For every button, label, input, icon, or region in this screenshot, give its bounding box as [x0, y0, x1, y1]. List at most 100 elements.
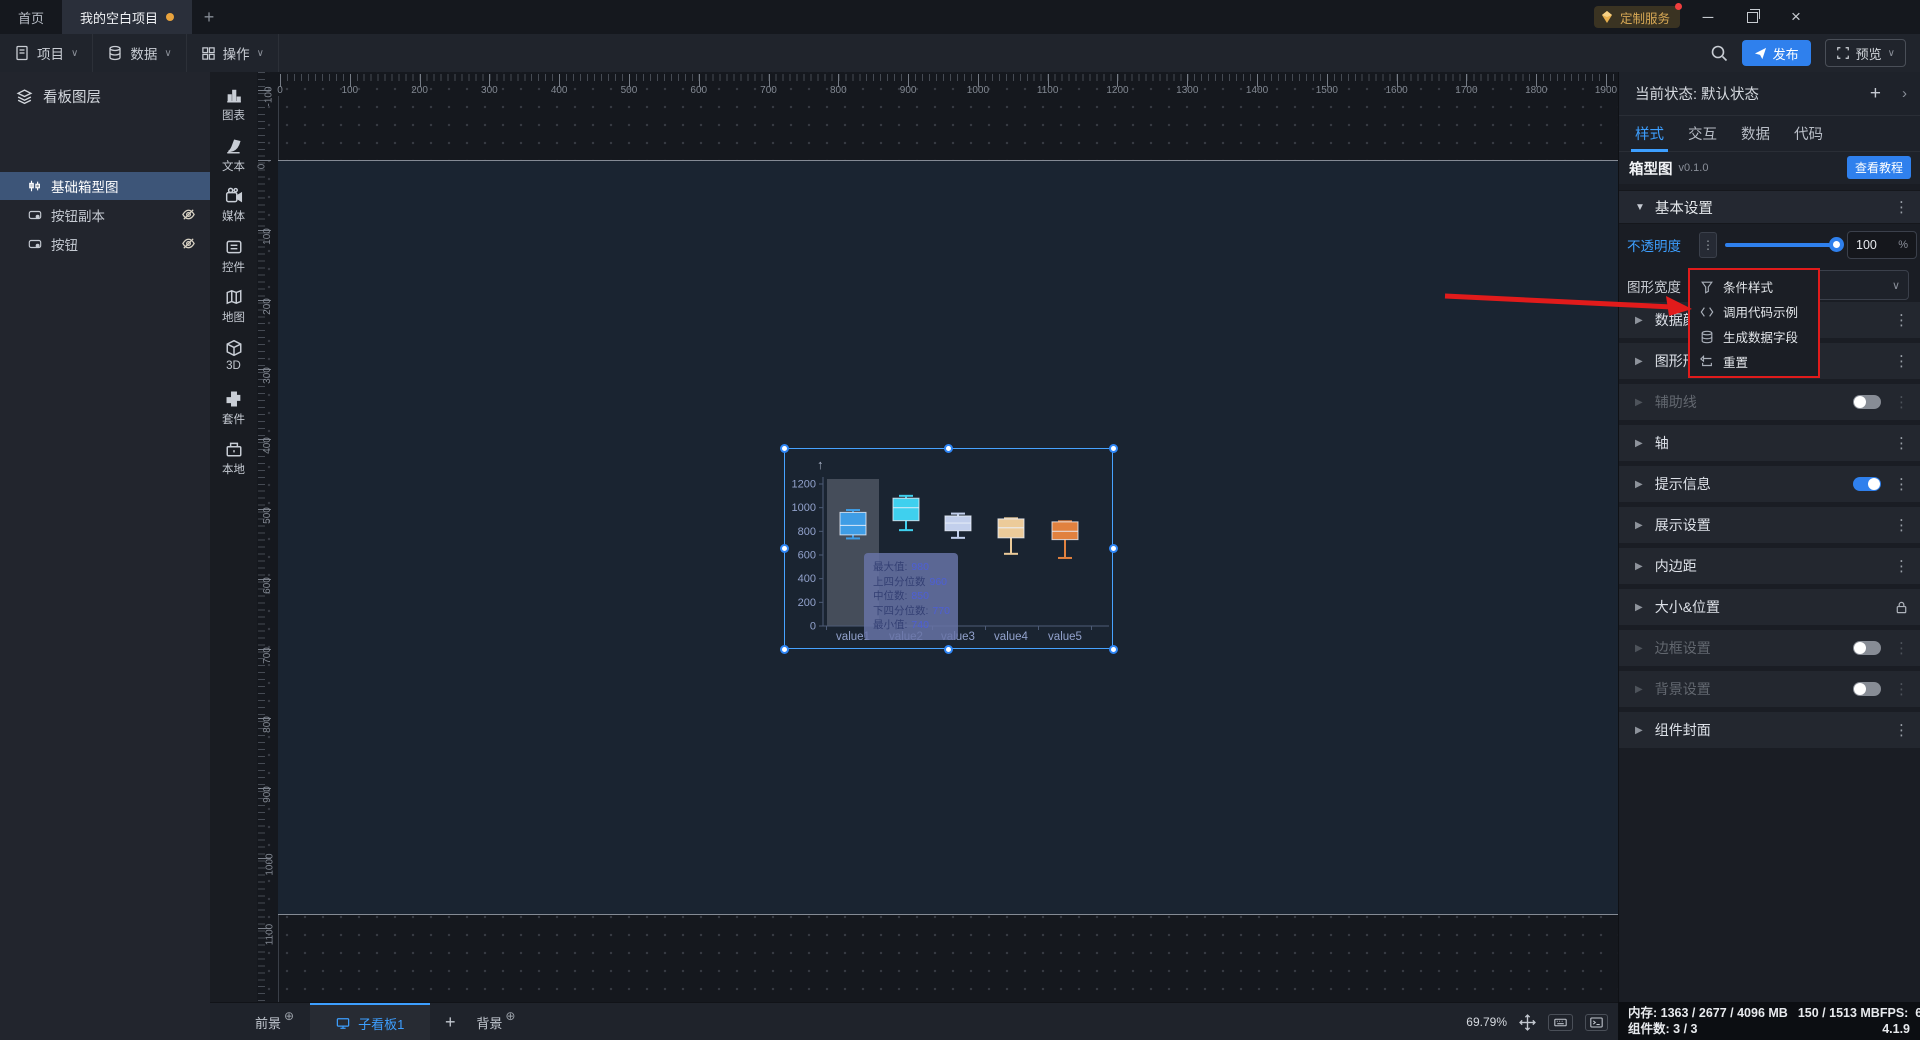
opacity-kebab-button[interactable]: ⋮ [1699, 232, 1717, 258]
selection-handle[interactable] [779, 443, 789, 453]
fit-screen-icon[interactable] [1519, 1013, 1536, 1031]
layer-item[interactable]: 按钮 [0, 230, 210, 258]
ruler-number: 800 [829, 85, 847, 96]
section-toggle[interactable] [1853, 395, 1881, 409]
selection-handle[interactable] [1108, 644, 1118, 654]
tooltip-value: 960 [929, 575, 948, 588]
add-state-button[interactable]: + [1870, 83, 1881, 105]
menu-item-生成数据字段[interactable]: 生成数据字段 [1690, 324, 1818, 349]
rail-item-文本[interactable]: 文本 [210, 137, 257, 174]
preview-button[interactable]: 预览 ∨ [1824, 39, 1906, 67]
eye-off-icon[interactable] [181, 236, 196, 251]
layer-item[interactable]: 基础箱型图 [0, 172, 210, 200]
section-辅助线[interactable]: ▶ 辅助线 ⋮ [1619, 384, 1920, 420]
kebab-menu-icon[interactable]: ⋮ [1894, 680, 1909, 698]
eye-off-icon[interactable] [181, 207, 196, 222]
toolbar-menu-操作[interactable]: 操作 ∨ [187, 34, 279, 72]
basic-settings-header[interactable]: ▼ 基本设置 ⋮ [1619, 190, 1920, 224]
section-toggle[interactable] [1853, 477, 1881, 491]
section-背景设置[interactable]: ▶ 背景设置 ⋮ [1619, 671, 1920, 707]
toolbar-menu-数据[interactable]: 数据 ∨ [93, 34, 187, 72]
ruler-number: 1100 [1036, 85, 1059, 96]
close-button[interactable]: × [1779, 0, 1813, 34]
tutorial-button[interactable]: 查看教程 [1846, 156, 1911, 179]
search-icon[interactable] [1710, 44, 1728, 62]
menu-item-label: 重置 [1723, 356, 1749, 370]
rail-item-3D[interactable]: 3D [210, 339, 257, 372]
section-边框设置[interactable]: ▶ 边框设置 ⋮ [1619, 630, 1920, 666]
kebab-menu-icon[interactable]: ⋮ [1894, 311, 1909, 329]
section-toggle[interactable] [1853, 682, 1881, 696]
gem-icon [1600, 10, 1614, 24]
rail-item-媒体[interactable]: 媒体 [210, 187, 257, 224]
menu-item-条件样式[interactable]: 条件样式 [1690, 274, 1818, 299]
rail-item-图表[interactable]: 图表 [210, 86, 257, 123]
custom-service-badge[interactable]: 定制服务 [1593, 3, 1682, 28]
section-轴[interactable]: ▶ 轴 ⋮ [1619, 425, 1920, 461]
section-内边距[interactable]: ▶ 内边距 ⋮ [1619, 548, 1920, 584]
terminal-icon[interactable] [1585, 1013, 1608, 1031]
rail-item-套件[interactable]: 套件 [210, 390, 257, 427]
section-组件封面[interactable]: ▶ 组件封面 ⋮ [1619, 712, 1920, 748]
kebab-menu-icon[interactable]: ⋮ [1894, 475, 1909, 493]
restore-button[interactable] [1735, 0, 1769, 34]
rail-item-本地[interactable]: 本地 [210, 440, 257, 477]
chevron-right-icon[interactable]: › [1902, 85, 1907, 102]
keyboard-shortcuts-icon[interactable] [1548, 1013, 1573, 1031]
opacity-slider-knob[interactable] [1829, 237, 1844, 252]
background-label[interactable]: 背景 ⊕ [476, 1009, 515, 1032]
opacity-slider[interactable] [1725, 237, 1844, 252]
settings-tab-代码[interactable]: 代码 [1794, 116, 1823, 152]
selection-handle[interactable] [779, 544, 789, 553]
toolbar-menu-项目[interactable]: 项目 ∨ [0, 34, 94, 72]
selection-handle[interactable] [779, 644, 789, 654]
layer-item[interactable]: 按钮副本 [0, 201, 210, 229]
subboard-tab[interactable]: 子看板1 [310, 1003, 431, 1040]
minimize-button[interactable]: ─ [1691, 0, 1725, 34]
vertical-ruler: -100 0 100 200 300 400 500 600 700 800 900 1000 1100 [257, 72, 276, 1002]
settings-tab-数据[interactable]: 数据 [1741, 116, 1770, 152]
add-board-button[interactable]: + [430, 1012, 470, 1033]
kebab-menu-icon[interactable]: ⋮ [1894, 393, 1909, 411]
kebab-menu-icon[interactable]: ⋮ [1894, 352, 1909, 370]
section-toggle[interactable] [1853, 641, 1881, 655]
settings-tab-样式[interactable]: 样式 [1631, 116, 1668, 152]
settings-tab-交互[interactable]: 交互 [1688, 116, 1717, 152]
kebab-menu-icon[interactable]: ⋮ [1894, 557, 1909, 575]
layers-panel: 看板图层 基础箱型图 按钮副本 按钮 [0, 72, 211, 1040]
ruler-number: 1900 [1594, 85, 1618, 96]
foreground-label[interactable]: 前景 ⊕ [255, 1009, 294, 1032]
boxplot-component-selection[interactable]: 020040060080010001200↑value1value2value3… [784, 448, 1113, 649]
opacity-input[interactable]: 100 % [1847, 231, 1917, 259]
kebab-menu-icon[interactable]: ⋮ [1894, 721, 1909, 739]
section-提示信息[interactable]: ▶ 提示信息 ⋮ [1619, 466, 1920, 502]
section-展示设置[interactable]: ▶ 展示设置 ⋮ [1619, 507, 1920, 543]
project-tab[interactable]: 我的空白项目 [62, 0, 193, 34]
publish-button[interactable]: 发布 [1741, 40, 1811, 66]
widget-icon [225, 238, 243, 256]
add-project-tab-button[interactable]: + [192, 0, 226, 34]
selection-handle[interactable] [944, 443, 953, 453]
selection-handle[interactable] [1108, 443, 1118, 453]
zoom-percentage[interactable]: 69.79% [1466, 1015, 1507, 1029]
kebab-menu-icon[interactable]: ⋮ [1894, 639, 1909, 657]
selection-handle[interactable] [1108, 544, 1118, 553]
circle-plus-icon[interactable]: ⊕ [505, 1009, 515, 1023]
circle-plus-icon[interactable]: ⊕ [284, 1009, 294, 1023]
menu-item-调用代码示例[interactable]: 调用代码示例 [1690, 299, 1818, 324]
kebab-menu-icon[interactable]: ⋮ [1894, 434, 1909, 452]
section-大小&位置[interactable]: ▶ 大小&位置 [1619, 589, 1920, 625]
map-icon [225, 288, 243, 306]
selection-handle[interactable] [944, 644, 953, 654]
project-tab[interactable]: 首页 [0, 0, 62, 34]
ruler-number: 1000 [966, 85, 990, 96]
svg-text:value4: value4 [994, 631, 1028, 643]
rail-item-控件[interactable]: 控件 [210, 238, 257, 275]
project-tab-label: 首页 [18, 10, 45, 26]
kebab-menu-icon[interactable]: ⋮ [1894, 516, 1909, 534]
kebab-menu-icon[interactable]: ⋮ [1894, 198, 1909, 216]
menu-item-重置[interactable]: 重置 [1690, 349, 1818, 374]
funnel-icon [1700, 280, 1714, 294]
rail-item-地图[interactable]: 地图 [210, 288, 257, 325]
ruler-number: 700 [261, 646, 273, 664]
